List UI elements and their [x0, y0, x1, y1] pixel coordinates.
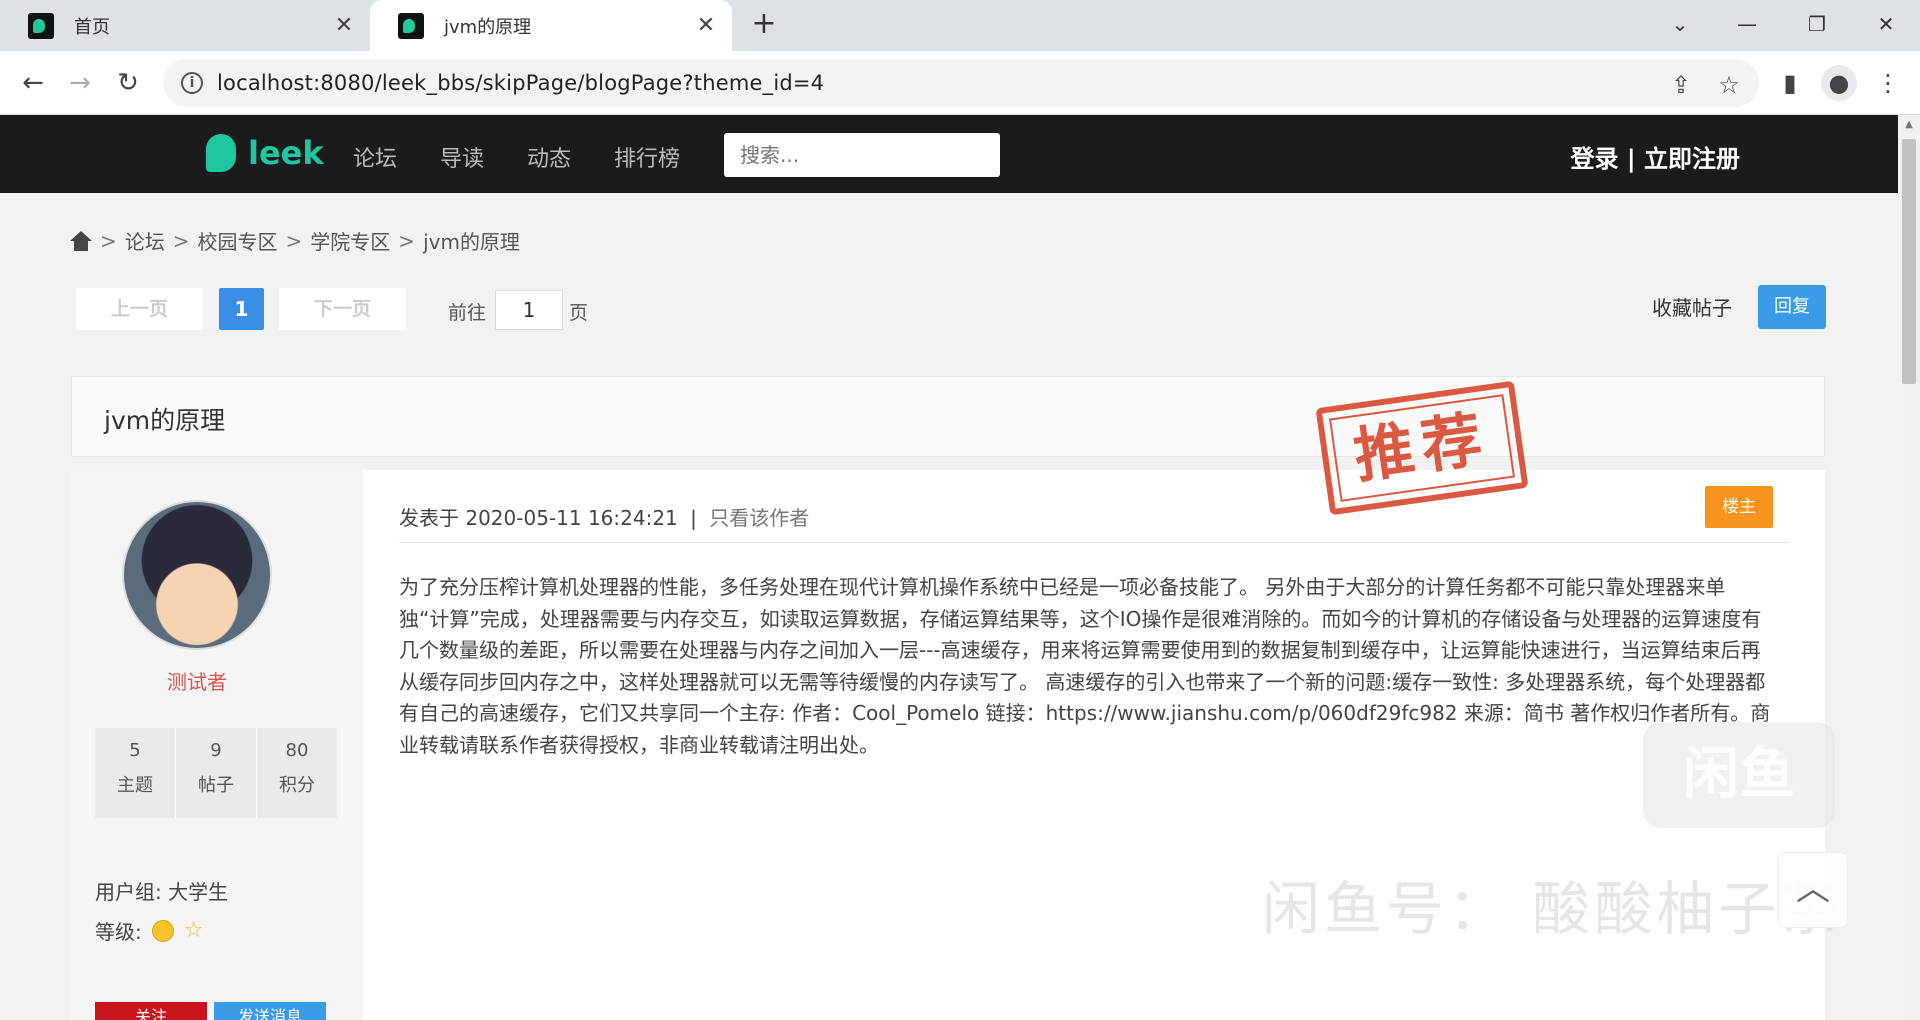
home-icon[interactable]	[70, 230, 92, 251]
user-group: 用户组: 大学生	[95, 876, 228, 905]
nav-forum[interactable]: 论坛	[353, 141, 397, 173]
post-content: 为了充分压榨计算机处理器的性能，多任务处理在现代计算机操作系统中已经是一项必备技…	[399, 575, 1771, 757]
prev-page-button[interactable]: 上一页	[76, 288, 203, 330]
profile-icon[interactable]: ●	[1821, 65, 1857, 101]
address-bar[interactable]: i localhost:8080/leek_bbs/skipPage/blogP…	[163, 59, 1759, 107]
goto-page-input[interactable]	[495, 290, 563, 330]
user-level-label: 等级:	[95, 920, 142, 944]
author-avatar[interactable]	[122, 500, 272, 650]
only-author-link[interactable]: 只看该作者	[709, 506, 809, 530]
reload-icon[interactable]: ↻	[110, 65, 146, 101]
author-sidebar: 测试者 5 主题 9 帖子 80 积分 用户组: 大学生 等级: ☆ 关注 发送…	[71, 470, 363, 1020]
share-icon[interactable]: ⇪	[1663, 67, 1699, 103]
new-tab-button[interactable]: +	[748, 8, 780, 40]
breadcrumb-separator: >	[100, 228, 117, 253]
nav-ranking[interactable]: 排行榜	[614, 141, 680, 173]
post-date: 2020-05-11 16:24:21	[465, 506, 678, 530]
browser-menu-icon[interactable]: ⋮	[1870, 65, 1906, 101]
watermark-text: 闲鱼号： 酸酸柚子茶	[1262, 875, 1843, 943]
side-panel-icon[interactable]: ▮	[1772, 65, 1808, 101]
smiley-level-icon	[151, 919, 174, 942]
nav-guide[interactable]: 导读	[440, 141, 484, 173]
close-tab-icon[interactable]: ✕	[332, 13, 356, 38]
site-search-input[interactable]	[724, 133, 1000, 177]
close-tab-icon[interactable]: ✕	[694, 13, 718, 38]
address-url[interactable]: localhost:8080/leek_bbs/skipPage/blogPag…	[217, 71, 824, 95]
send-message-button[interactable]: 发送消息	[214, 1002, 326, 1020]
goto-prefix: 前往	[448, 302, 487, 324]
user-level: 等级: ☆	[95, 916, 203, 945]
reply-button[interactable]: 回复	[1758, 285, 1826, 329]
current-page-button[interactable]: 1	[219, 288, 264, 330]
star-level-icon: ☆	[183, 918, 204, 943]
favorite-post-link[interactable]: 收藏帖子	[1652, 292, 1732, 321]
breadcrumb-separator: >	[398, 228, 416, 253]
stat-points[interactable]: 80 积分	[257, 728, 337, 818]
browser-tab-post[interactable]: jvm的原理 ✕	[370, 0, 732, 51]
breadcrumb-separator: >	[172, 228, 190, 253]
scroll-up-arrow-icon[interactable]: ▲	[1898, 119, 1920, 133]
back-to-top-icon[interactable]: ︿	[1778, 852, 1848, 928]
site-favicon-icon	[28, 12, 54, 39]
stat-label: 主题	[117, 775, 153, 796]
tab-title: jvm的原理	[444, 16, 532, 38]
breadcrumb-campus[interactable]: 校园专区	[198, 226, 278, 255]
author-stats: 5 主题 9 帖子 80 积分	[95, 728, 337, 818]
login-register-link[interactable]: 登录 | 立即注册	[1571, 139, 1740, 174]
post-title: jvm的原理	[104, 406, 226, 435]
next-page-button[interactable]: 下一页	[279, 288, 406, 330]
tab-title: 首页	[74, 16, 110, 38]
minimize-icon[interactable]: —	[1727, 8, 1767, 40]
stat-value: 80	[285, 740, 309, 761]
watermark-logo: 闲鱼	[1643, 722, 1835, 828]
breadcrumb: > 论坛 > 校园专区 > 学院专区 > jvm的原理	[70, 226, 520, 255]
breadcrumb-college[interactable]: 学院专区	[310, 226, 390, 255]
user-group-value: 大学生	[168, 880, 229, 904]
nav-activity[interactable]: 动态	[527, 141, 571, 173]
tab-search-chevron-icon[interactable]: ⌄	[1660, 8, 1700, 40]
logo-text: leek	[248, 134, 324, 172]
stat-posts[interactable]: 9 帖子	[176, 728, 257, 818]
owner-badge: 楼主	[1705, 486, 1773, 528]
follow-button[interactable]: 关注	[95, 1002, 207, 1020]
site-info-icon[interactable]: i	[181, 72, 203, 94]
site-header: leek 论坛 导读 动态 排行榜 登录 | 立即注册	[0, 115, 1898, 193]
stat-label: 积分	[279, 775, 315, 796]
author-name[interactable]: 测试者	[71, 666, 323, 695]
forward-arrow-icon[interactable]: →	[62, 65, 98, 101]
user-group-label: 用户组:	[95, 880, 162, 904]
stat-topics[interactable]: 5 主题	[95, 728, 176, 818]
browser-toolbar: ← → ↻ i localhost:8080/leek_bbs/skipPage…	[0, 51, 1920, 115]
browser-tab-home[interactable]: 首页 ✕	[0, 0, 370, 51]
breadcrumb-current: jvm的原理	[423, 230, 520, 254]
site-logo[interactable]: leek	[206, 131, 324, 175]
post-meta: 发表于 2020-05-11 16:24:21 | 只看该作者	[399, 502, 809, 531]
browser-tabstrip: 首页 ✕ jvm的原理 ✕ + ⌄ — ❐ ✕	[0, 0, 1920, 51]
close-window-icon[interactable]: ✕	[1866, 8, 1906, 40]
back-arrow-icon[interactable]: ←	[15, 65, 51, 101]
goto-suffix: 页	[569, 302, 589, 324]
stat-value: 9	[210, 740, 222, 761]
stat-label: 帖子	[198, 775, 234, 796]
leek-logo-icon	[206, 134, 236, 172]
post-divider	[399, 542, 1789, 543]
stat-value: 5	[129, 740, 141, 761]
site-favicon-icon	[398, 12, 424, 39]
breadcrumb-forum[interactable]: 论坛	[125, 226, 165, 255]
page-scrollbar[interactable]: ▲	[1898, 115, 1920, 1020]
breadcrumb-separator: >	[285, 228, 303, 253]
post-meta-prefix: 发表于	[399, 506, 459, 530]
post-meta-separator: |	[690, 506, 697, 530]
bookmark-star-icon[interactable]: ☆	[1711, 67, 1747, 103]
restore-icon[interactable]: ❐	[1797, 8, 1837, 40]
post-title-panel: jvm的原理	[71, 376, 1825, 457]
scroll-thumb[interactable]	[1902, 139, 1916, 384]
